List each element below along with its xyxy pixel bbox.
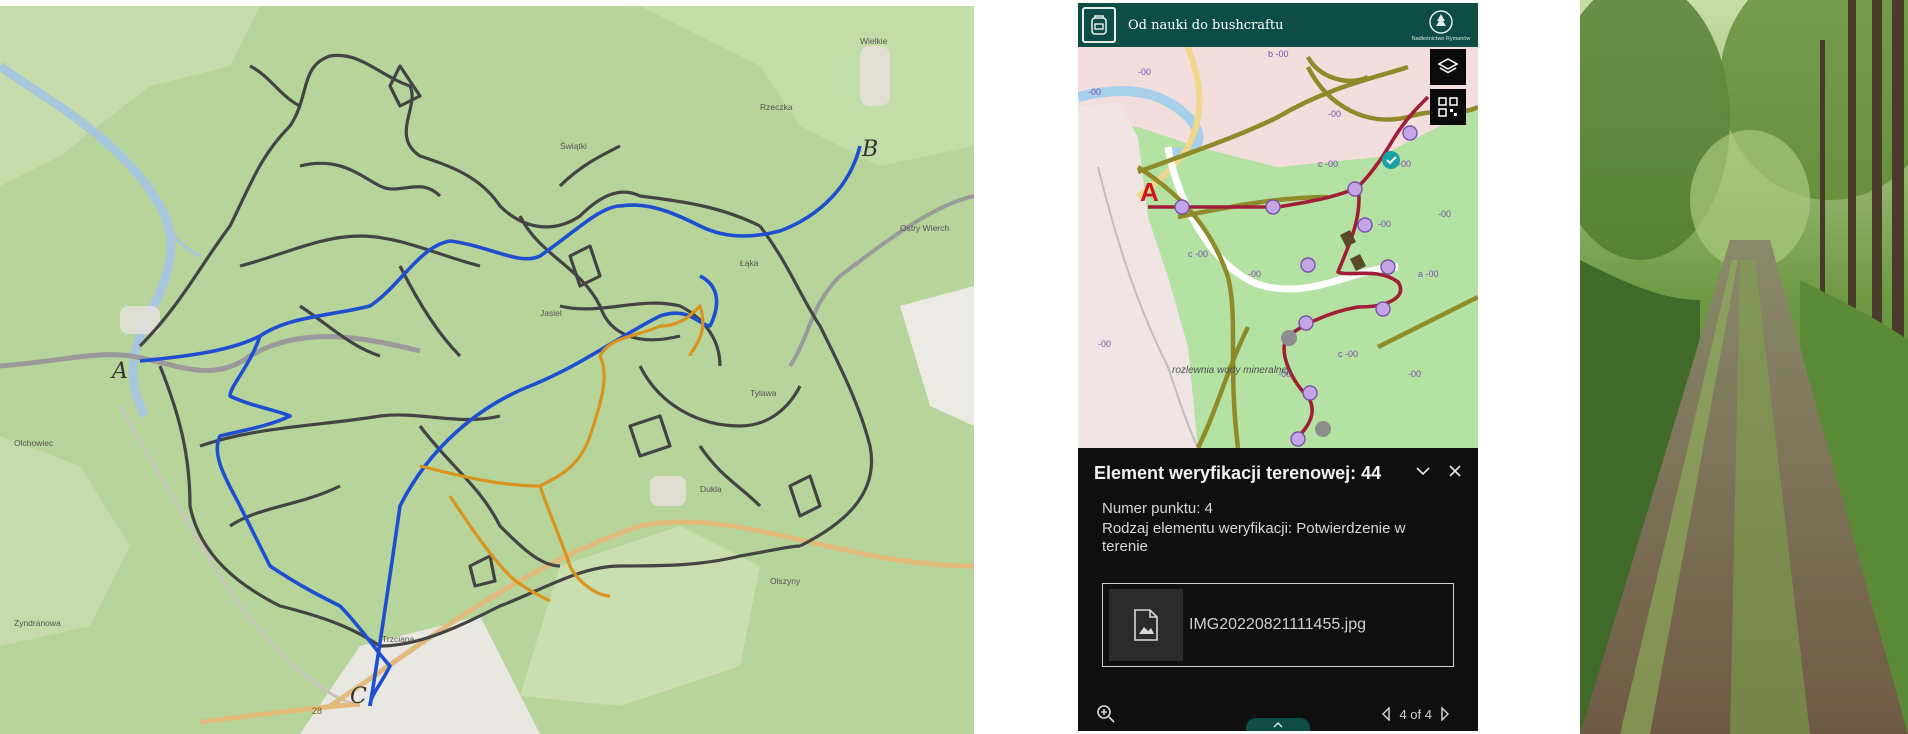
svg-text:-00: -00: [1398, 159, 1411, 169]
image-file-icon: [1134, 609, 1158, 641]
svg-text:c -00: c -00: [1318, 159, 1338, 169]
detail-map-canvas: -00 -00 b -00 -00 -00 -00 -00 a -00 c -00 -00 c…: [1078, 47, 1478, 448]
popup-title: Element weryfikacji terenowej: 44: [1094, 463, 1382, 483]
svg-text:a -00: a -00: [1418, 269, 1439, 279]
svg-text:-00: -00: [1438, 209, 1451, 219]
forest-path-image: [1580, 0, 1908, 734]
close-icon: [1449, 465, 1461, 477]
svg-text:-00: -00: [1088, 87, 1101, 97]
place-label: Łąka: [740, 258, 759, 268]
app-header: Od nauki do bushcraftu Nadleśnictwo Ryma…: [1078, 3, 1478, 47]
route-marker-b: B: [861, 137, 878, 162]
layers-icon: [1437, 58, 1459, 74]
map-label: rozlewnia wody mineralnej: [1172, 365, 1290, 376]
chevron-left-icon: [1382, 707, 1391, 721]
close-popup-button[interactable]: [1442, 458, 1468, 484]
place-label: Rzeczka: [760, 102, 793, 112]
forest-path-photo: [1580, 0, 1908, 734]
start-marker: A: [1140, 177, 1159, 207]
place-label: Dukla: [700, 484, 722, 494]
svg-text:-00: -00: [1408, 369, 1421, 379]
place-label: Olchowiec: [14, 438, 54, 448]
route-marker-c: C: [350, 684, 367, 709]
place-label: Świątki: [560, 140, 587, 151]
expand-panel-handle[interactable]: [1246, 718, 1310, 731]
backpack-icon[interactable]: [1082, 7, 1116, 43]
svg-text:c -00: c -00: [1338, 349, 1358, 359]
page-indicator: 4 of 4: [1399, 706, 1432, 722]
svg-text:-00: -00: [1138, 67, 1151, 77]
route-marker-a: A: [110, 359, 128, 384]
verification-type-field: Rodzaj elementu weryfikacji: Potwierdzen…: [1102, 520, 1406, 555]
place-label: Zyndranowa: [14, 618, 61, 628]
zoom-to-button[interactable]: [1096, 704, 1118, 726]
feature-popup: Element weryfikacji terenowej: 44 Numer …: [1078, 448, 1478, 731]
mobile-app-screen: Od nauki do bushcraftu Nadleśnictwo Ryma…: [1078, 3, 1478, 731]
chevron-up-icon: [1273, 722, 1283, 728]
next-feature-button[interactable]: [1436, 705, 1454, 723]
svg-text:b -00: b -00: [1268, 49, 1289, 59]
place-label: Trzciana: [382, 634, 415, 644]
forest-service-icon: [1429, 9, 1453, 34]
point-number-field: Numer punktu: 4: [1102, 500, 1213, 517]
previous-feature-button[interactable]: [1377, 705, 1395, 723]
chevron-right-icon: [1441, 707, 1449, 721]
collapse-popup-button[interactable]: [1410, 458, 1436, 484]
qr-code-icon: [1438, 97, 1458, 117]
svg-text:-00: -00: [1248, 269, 1261, 279]
layers-button[interactable]: [1430, 49, 1466, 85]
place-label: Olszyny: [770, 576, 801, 586]
org-name: Nadleśnictwo Rymanów: [1411, 35, 1471, 42]
road-label: 28: [312, 706, 322, 716]
app-title: Od nauki do bushcraftu: [1128, 17, 1284, 33]
attachment-filename: IMG20220821111455.jpg: [1189, 616, 1367, 633]
place-label: Wielkie: [860, 36, 888, 46]
svg-text:-00: -00: [1098, 339, 1111, 349]
detail-map[interactable]: -00 -00 b -00 -00 -00 -00 -00 a -00 c -00 -00 c…: [1078, 47, 1478, 448]
place-label: Jasiel: [540, 308, 562, 318]
svg-text:-00: -00: [1378, 219, 1391, 229]
place-label: Tylawa: [750, 388, 777, 398]
org-logo: Nadleśnictwo Rymanów: [1404, 5, 1478, 45]
qr-code-button[interactable]: [1430, 89, 1466, 125]
pagination: 4 of 4: [1377, 705, 1454, 723]
overview-map: A B C Wielkie Rzeczka Świątki Dukla Olsz…: [0, 6, 974, 734]
place-label: Ostry Wierch: [900, 223, 949, 233]
svg-text:-00: -00: [1328, 109, 1341, 119]
attachment-thumbnail: [1109, 589, 1183, 661]
svg-text:c -00: c -00: [1188, 249, 1208, 259]
chevron-down-icon: [1416, 467, 1430, 476]
zoom-in-icon: [1097, 705, 1115, 723]
attachment-item[interactable]: IMG20220821111455.jpg: [1102, 583, 1454, 667]
overview-map-canvas: A B C Wielkie Rzeczka Świątki Dukla Olsz…: [0, 6, 974, 734]
